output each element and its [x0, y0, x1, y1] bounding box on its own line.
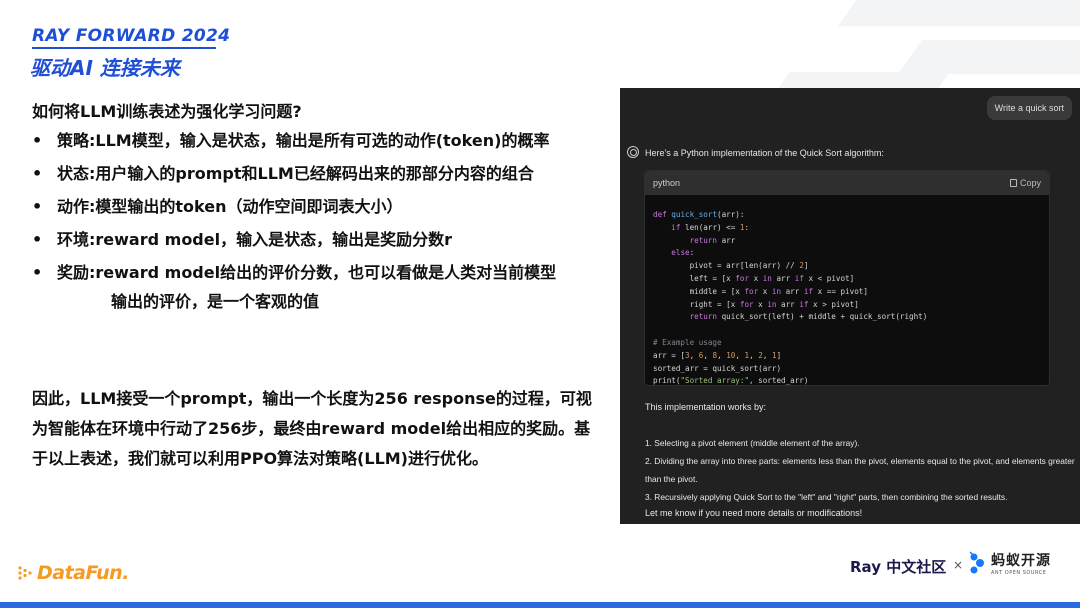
- bullet-label: 动作:: [57, 197, 96, 216]
- summary-paragraph: 因此，LLM接受一个prompt，输出一个长度为256 response的过程，…: [32, 389, 592, 468]
- bullet-list: • 策略: LLM模型，输入是状态，输出是所有可选的动作(token)的概率 •…: [32, 130, 602, 313]
- bullet-label: 状态:: [57, 164, 96, 183]
- explanation-heading: This implementation works by:: [645, 402, 767, 412]
- ant-logo-icon: [969, 551, 984, 574]
- user-message-bubble: Write a quick sort: [986, 96, 1072, 120]
- bullet-environment: • 环境: reward model，输入是状态，输出是奖励分数r: [32, 229, 602, 251]
- copy-button[interactable]: Copy: [1009, 178, 1041, 188]
- bullet-label: 环境:: [57, 230, 96, 249]
- step-item: 2. Dividing the array into three parts: …: [645, 456, 1075, 484]
- step-item: 3. Recursively applying Quick Sort to th…: [645, 492, 1008, 502]
- code-block-header: python Copy: [645, 171, 1049, 195]
- ant-en-wordmark: ANT OPEN SOURCE: [991, 570, 1047, 576]
- event-title: RAY FORWARD 2024: [32, 26, 231, 46]
- explanation-steps: 1. Selecting a pivot element (middle ele…: [645, 434, 1075, 506]
- bullet-text: 用户输入的prompt和LLM已经解码出来的那部分内容的组合: [95, 164, 534, 183]
- copy-icon: [1009, 179, 1017, 187]
- closing-message: Let me know if you need more details or …: [645, 508, 863, 518]
- code-content: def quick_sort(arr): if len(arr) <= 1: r…: [653, 210, 928, 386]
- ant-open-source-logo: 蚂蚁开源 ANT OPEN SOURCE: [966, 550, 1051, 576]
- bullet-state: • 状态: 用户输入的prompt和LLM已经解码出来的那部分内容的组合: [32, 163, 602, 185]
- datafun-mark-icon: [18, 566, 32, 580]
- bullet-marker: •: [32, 197, 43, 216]
- bullet-action: • 动作: 模型输出的token（动作空间即词表大小）: [32, 196, 602, 218]
- bullet-marker: •: [32, 164, 43, 183]
- bullet-policy: • 策略: LLM模型，输入是状态，输出是所有可选的动作(token)的概率: [32, 130, 602, 152]
- bullet-marker: •: [32, 263, 43, 282]
- bullet-label: 策略:: [57, 131, 96, 150]
- bullet-label: 奖励:: [57, 263, 96, 282]
- copy-label: Copy: [1019, 178, 1041, 188]
- bottom-accent-bar: [0, 602, 1080, 608]
- datafun-logo: DataFun.: [16, 562, 129, 584]
- collab-times-symbol: ×: [953, 558, 964, 572]
- step-item: 1. Selecting a pivot element (middle ele…: [645, 438, 860, 448]
- bullet-marker: •: [32, 131, 43, 150]
- event-subtitle: 驱动AI 连接未来: [30, 56, 180, 80]
- code-block: python Copy def quick_sort(arr): if len(…: [644, 170, 1050, 386]
- bullet-marker: •: [32, 230, 43, 249]
- bullet-text: reward model给出的评价分数，也可以看做是人类对当前模型: [95, 263, 557, 282]
- code-language-label: python: [653, 178, 681, 188]
- bullet-text: LLM模型，输入是状态，输出是所有可选的动作(token)的概率: [95, 131, 550, 150]
- assistant-intro-text: Here's a Python implementation of the Qu…: [645, 148, 884, 158]
- title-underline: [32, 47, 216, 49]
- bullet-reward: • 奖励: reward model给出的评价分数，也可以看做是人类对当前模型: [32, 262, 602, 284]
- assistant-avatar-icon: [627, 146, 639, 158]
- bullet-reward-continuation: 输出的评价，是一个客观的值: [111, 292, 320, 311]
- bullet-text: reward model，输入是状态，输出是奖励分数r: [95, 230, 452, 249]
- chat-screenshot-panel: Write a quick sort Here's a Python imple…: [620, 88, 1080, 524]
- bullet-text: 模型输出的token（动作空间即词表大小）: [95, 197, 403, 216]
- question-heading: 如何将LLM训练表述为强化学习问题?: [32, 102, 302, 121]
- ray-community-label: Ray 中文社区: [850, 558, 947, 576]
- datafun-wordmark: DataFun.: [37, 562, 129, 584]
- ant-cn-wordmark: 蚂蚁开源: [991, 553, 1051, 569]
